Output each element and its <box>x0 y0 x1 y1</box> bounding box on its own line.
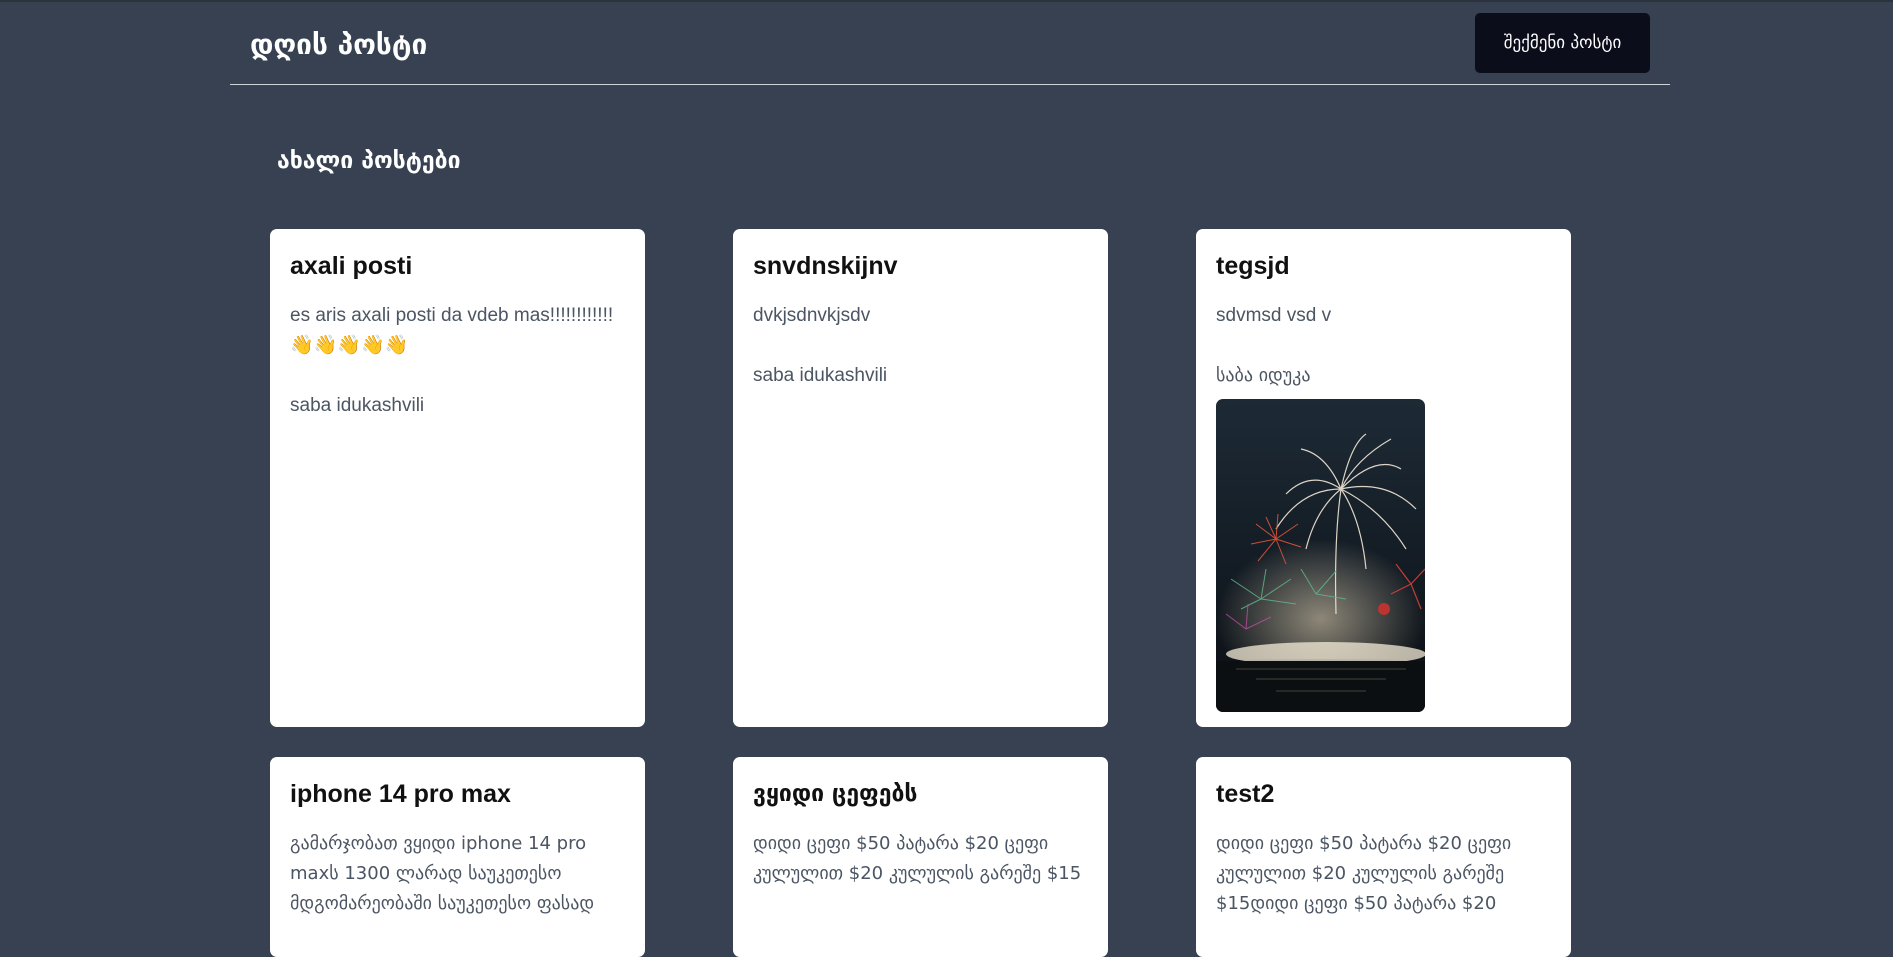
post-author: საბა იდუკა <box>1216 365 1311 386</box>
post-body: sdvmsd vsd v <box>1216 305 1332 326</box>
post-title: axali posti <box>290 252 413 280</box>
post-title: test2 <box>1216 780 1275 808</box>
post-body: დიდი ცეფი $50 პატარა $20 ცეფი კულულით $2… <box>753 833 1082 884</box>
post-title: snvdnskijnv <box>753 252 898 280</box>
post-author: saba idukashvili <box>290 395 425 416</box>
post-body: დიდი ცეფი $50 პატარა $20 ცეფი კულულით $2… <box>1216 833 1512 914</box>
post-card[interactable]: iphone 14 pro max გამარჯობათ ვყიდი iphon… <box>270 757 645 957</box>
post-body: dvkjsdnvkjsdv <box>753 305 871 326</box>
post-body: es aris axali posti da vdeb mas!!!!!!!!!… <box>290 305 614 356</box>
site-header: დღის პოსტი შექმენი პოსტი <box>230 0 1670 85</box>
post-author: saba idukashvili <box>753 365 888 386</box>
section-title: ახალი პოსტები <box>277 148 461 174</box>
post-title: iphone 14 pro max <box>290 780 511 808</box>
post-card[interactable]: axali posti es aris axali posti da vdeb … <box>270 229 645 727</box>
post-card[interactable]: ვყიდი ცეფებს დიდი ცეფი $50 პატარა $20 ცე… <box>733 757 1108 957</box>
post-card[interactable]: test2 დიდი ცეფი $50 პატარა $20 ცეფი კულუ… <box>1196 757 1571 957</box>
post-title: tegsjd <box>1216 252 1290 280</box>
post-image[interactable] <box>1216 399 1425 712</box>
post-card[interactable]: snvdnskijnv dvkjsdnvkjsdv saba idukashvi… <box>733 229 1108 727</box>
post-card[interactable]: tegsjd sdvmsd vsd v საბა იდუკა <box>1196 229 1571 727</box>
create-post-button[interactable]: შექმენი პოსტი <box>1475 13 1650 73</box>
site-title[interactable]: დღის პოსტი <box>250 25 427 65</box>
post-title: ვყიდი ცეფებს <box>753 781 918 807</box>
post-body: გამარჯობათ ვყიდი iphone 14 pro maxს 1300… <box>290 833 595 914</box>
